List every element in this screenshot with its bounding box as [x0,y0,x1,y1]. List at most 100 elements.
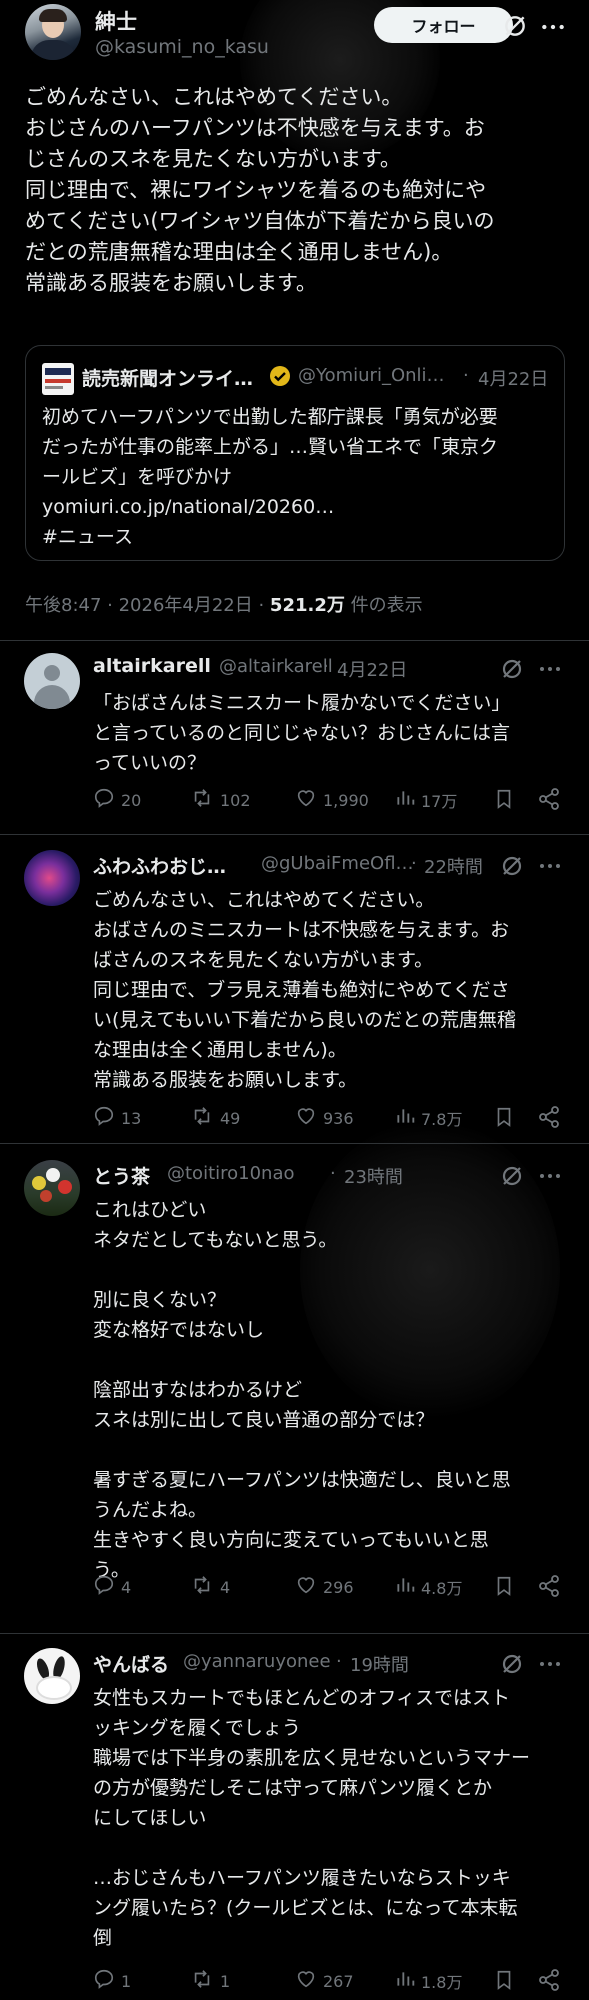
like-icon [295,1968,323,1994]
repost-count: 4 [220,1577,231,1597]
separator-dot: · [336,1651,342,1672]
views-button[interactable]: 17万 [395,787,457,813]
share-icon [537,1968,567,1996]
reply-author-name[interactable]: altairkarell [93,655,211,677]
bookmark-icon [493,1105,521,1133]
grok-icon[interactable] [500,854,524,882]
grok-icon[interactable] [500,1164,524,1192]
like-icon [295,1105,323,1131]
views-button[interactable]: 4.8万 [395,1574,462,1600]
reply-button[interactable]: 20 [93,787,141,813]
reply-item[interactable]: とう茶 @toitiro10nao · 23時間 これはひどい ネタだとしてもな… [0,1160,589,1605]
share-button[interactable] [537,1574,567,1602]
bookmark-icon [493,787,521,815]
share-icon [537,1574,567,1602]
repost-button[interactable]: 4 [190,1574,230,1600]
views-count: 1.8万 [421,1973,463,1992]
reply-time[interactable]: 4月22日 [337,656,407,682]
more-icon[interactable] [538,1164,562,1192]
reply-text: これはひどい ネタだとしてもないと思う。 別に良くない？ 変な格好ではないし 陰… [93,1199,511,1581]
like-button[interactable]: 267 [295,1968,354,1994]
bookmark-icon [493,1968,521,1996]
reply-count: 20 [121,790,142,810]
like-button[interactable]: 936 [295,1105,354,1131]
views-icon [395,1105,421,1131]
views-count: 17万 [421,792,458,811]
bookmark-button[interactable] [493,1574,521,1602]
reply-count: 1 [121,1971,132,1991]
tweet-text: ごめんなさい、これはやめてください。 おじさんのハーフパンツは不快感を与えます。… [25,85,495,295]
repost-button[interactable]: 49 [190,1105,240,1131]
bookmark-button[interactable] [493,1968,521,1996]
reply-time[interactable]: 19時間 [350,1651,409,1677]
views-icon [395,787,421,813]
reply-item[interactable]: altairkarell @altairkarell · 4月22日 「おばさん… [0,653,589,833]
views-count: 4.8万 [421,1579,463,1598]
more-icon[interactable] [538,854,562,882]
reply-author-handle[interactable]: @yannaruyonee [183,1651,331,1672]
reply-author-handle[interactable]: @altairkarell [219,656,333,677]
separator-dot: · [463,365,469,386]
reply-icon [93,787,121,813]
like-button[interactable]: 296 [295,1574,354,1600]
repost-icon [190,787,220,813]
reply-item[interactable]: やんばる @yannaruyonee · 19時間 女性もスカートでもほとんどの… [0,1648,589,2000]
reply-author-name[interactable]: ふわふわおじ… [93,852,226,879]
like-count: 267 [323,1971,354,1991]
views-button[interactable]: 7.8万 [395,1105,462,1131]
share-button[interactable] [537,1968,567,1996]
reply-button[interactable]: 4 [93,1574,131,1600]
reply-author-name[interactable]: やんばる [93,1650,169,1677]
grok-icon[interactable] [500,1652,524,1680]
reply-count: 4 [121,1577,132,1597]
reply-avatar[interactable] [24,653,80,709]
grok-icon[interactable] [502,13,528,43]
reply-actions: 1 1 267 1.8万 [93,1968,568,1998]
grok-icon[interactable] [500,657,524,685]
separator-dot: · [411,853,417,874]
author-name[interactable]: 紳士 [95,6,137,36]
views-label: 件の表示 [344,595,423,616]
views-button[interactable]: 1.8万 [395,1968,462,1994]
follow-button[interactable]: フォロー [374,7,513,43]
verified-badge-icon [268,364,292,392]
quoted-tweet-card[interactable]: 読売新聞オンライ… @Yomiuri_Onli… · 4月22日 初めてハーフパ… [25,345,565,561]
divider [0,1633,589,1634]
reply-icon [93,1574,121,1600]
like-count: 936 [323,1108,354,1128]
more-icon[interactable] [540,14,566,44]
reply-author-handle[interactable]: @gUbaiFmeOfl… [261,853,414,874]
quote-source-handle: @Yomiuri_Onli… [298,365,445,386]
reply-time[interactable]: 23時間 [344,1163,403,1189]
like-count: 296 [323,1577,354,1597]
author-avatar[interactable] [25,4,81,60]
repost-button[interactable]: 1 [190,1968,230,1994]
tweet-meta: 午後8:47 · 2026年4月22日 · 521.2万 件の表示 [25,591,423,617]
repost-count: 1 [220,1971,231,1991]
reply-item[interactable]: ふわふわおじ… @gUbaiFmeOfl… · 22時間 ごめんなさい、これはや… [0,850,589,1140]
author-handle[interactable]: @kasumi_no_kasu [95,36,269,58]
reply-avatar[interactable] [24,1648,80,1704]
more-icon[interactable] [538,657,562,685]
views-count: 521.2万 [269,595,345,616]
reply-count: 13 [121,1108,142,1128]
reply-time[interactable]: 22時間 [424,853,483,879]
reply-avatar[interactable] [24,1160,80,1216]
quote-source-name: 読売新聞オンライ… [82,368,254,390]
tweet-timestamp: 午後8:47 · 2026年4月22日 · [25,595,270,616]
reply-author-handle[interactable]: @toitiro10nao [167,1163,295,1184]
repost-count: 49 [220,1108,241,1128]
like-button[interactable]: 1,990 [295,787,369,813]
bookmark-button[interactable] [493,1105,521,1133]
share-button[interactable] [537,1105,567,1133]
reply-button[interactable]: 1 [93,1968,131,1994]
bookmark-button[interactable] [493,787,521,815]
reply-author-name[interactable]: とう茶 [93,1162,150,1189]
views-icon [395,1968,421,1994]
share-button[interactable] [537,787,567,815]
repost-button[interactable]: 102 [190,787,251,813]
reply-button[interactable]: 13 [93,1105,141,1131]
reply-text: 「おばさんはミニスカート履かないでください」 と言っているのと同じじゃない？おじ… [93,692,511,774]
more-icon[interactable] [538,1652,562,1680]
reply-avatar[interactable] [24,850,80,906]
